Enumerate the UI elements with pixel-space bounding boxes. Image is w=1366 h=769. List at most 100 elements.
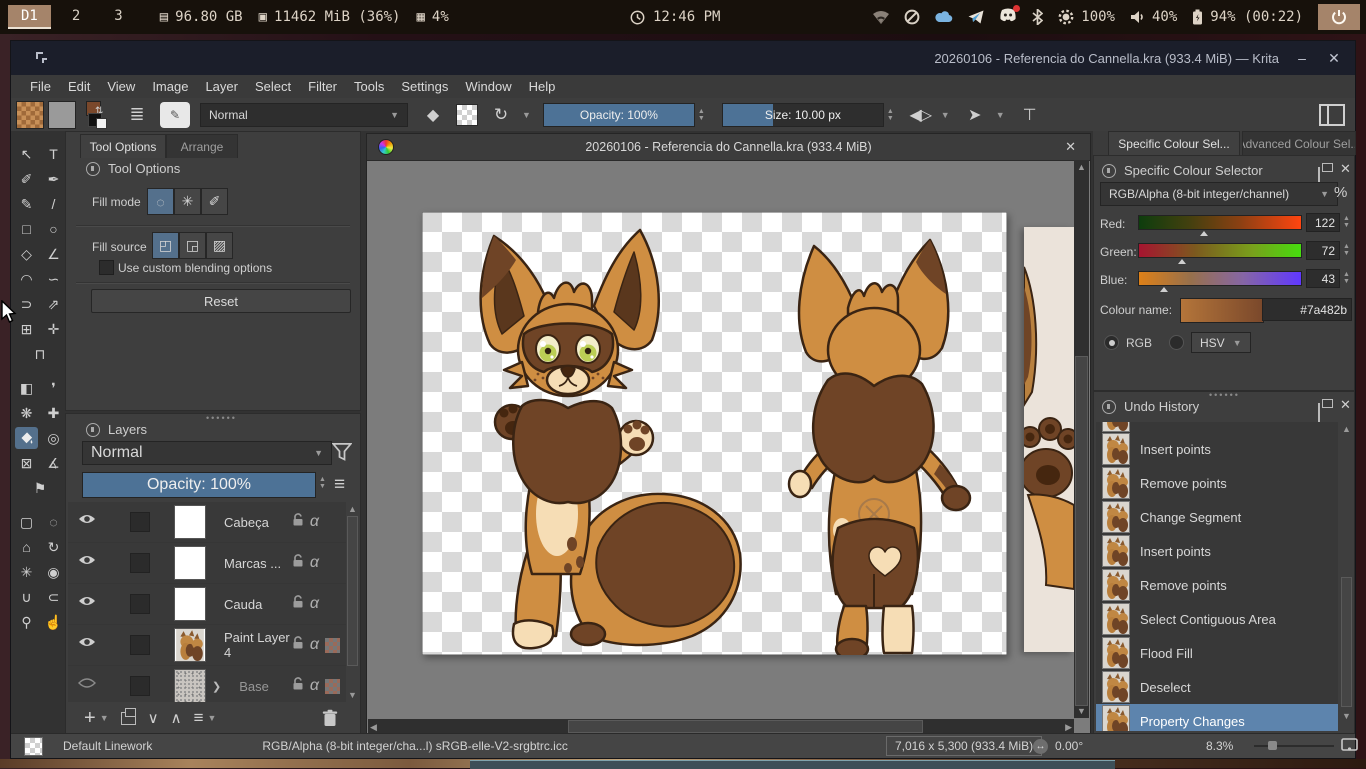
lock-icon[interactable]	[292, 677, 304, 695]
close-docker-icon[interactable]: ✕	[1340, 161, 1351, 177]
canvas-artwork[interactable]	[422, 212, 1007, 655]
percent-toggle[interactable]: %	[1334, 184, 1347, 201]
duplicate-layer-button[interactable]	[121, 712, 136, 725]
lock-icon[interactable]	[292, 636, 304, 654]
workspace-chooser-icon[interactable]	[1319, 104, 1345, 126]
brightness-group[interactable]: 100%	[1058, 9, 1115, 25]
bluetooth-icon[interactable]	[1032, 9, 1043, 25]
scroll-right-icon[interactable]: ▶	[1065, 722, 1072, 733]
lock-icon[interactable]	[292, 595, 304, 613]
undo-scroll-down[interactable]: ▼	[1341, 711, 1352, 721]
layer-color-swatch[interactable]	[130, 553, 150, 573]
inherit-alpha-icon[interactable]	[325, 679, 340, 694]
brush-editor-button[interactable]: ✎	[160, 102, 190, 128]
canvas-close-icon[interactable]: ✕	[1065, 139, 1076, 155]
undo-item[interactable]: Select Contiguous Area	[1096, 602, 1338, 636]
delete-layer-button[interactable]	[322, 709, 338, 727]
move-tool-icon[interactable]: ✛	[42, 318, 65, 340]
size-spin[interactable]: ▲▼	[884, 108, 897, 122]
drag-handle[interactable]: ••••••	[1209, 390, 1240, 400]
menu-settings[interactable]: Settings	[401, 79, 448, 94]
foreground-background-colors[interactable]: ⇅	[86, 101, 114, 129]
layer-thumbnail[interactable]	[174, 669, 206, 702]
zoom-slider-handle[interactable]	[1268, 741, 1277, 750]
smart-patch-tool-icon[interactable]: ✚	[42, 402, 65, 424]
magnetic-selection-tool-icon[interactable]: ⊂	[42, 586, 65, 608]
workspace-3[interactable]: 3	[101, 5, 135, 29]
layer-name[interactable]: Paint Layer 4	[224, 630, 292, 660]
enclose-fill-tool-icon[interactable]: ◎	[42, 427, 65, 449]
scroll-down-icon[interactable]: ▼	[1074, 706, 1089, 716]
canvas-artwork-overflow[interactable]	[1024, 227, 1074, 652]
layer-name[interactable]: Cabeça	[224, 515, 292, 530]
tab-advanced-colour-selector[interactable]: Advanced Colour Sel...	[1242, 131, 1356, 155]
gradient-swatch[interactable]	[16, 101, 44, 129]
power-button[interactable]	[1318, 4, 1360, 30]
layers-scroll-up[interactable]: ▲	[347, 504, 358, 514]
layers-scroll-down[interactable]: ▼	[347, 690, 358, 700]
menu-view[interactable]: View	[107, 79, 135, 94]
pan-tool-icon[interactable]: ☝	[42, 611, 65, 633]
hsv-radio[interactable]	[1169, 335, 1184, 350]
elliptical-selection-tool-icon[interactable]: ◌	[42, 511, 65, 533]
undo-item-partial[interactable]	[1096, 422, 1338, 432]
scroll-left-icon[interactable]: ◀	[370, 722, 377, 733]
inherit-alpha-icon[interactable]	[325, 638, 340, 653]
layer-opacity-spin[interactable]: ▲▼	[316, 476, 329, 490]
layer-row[interactable]: Marcas ...α	[68, 543, 346, 584]
transform-tool-icon[interactable]: ⊞	[15, 318, 38, 340]
undo-item[interactable]: Deselect	[1096, 670, 1338, 704]
menu-layer[interactable]: Layer	[205, 79, 238, 94]
lock-docker-icon[interactable]	[1102, 400, 1116, 414]
pattern-edit-tool-icon[interactable]: ❋	[15, 402, 38, 424]
layer-thumbnail[interactable]	[174, 628, 206, 662]
layers-scrollbar[interactable]	[347, 516, 358, 666]
menu-file[interactable]: File	[30, 79, 51, 94]
custom-blending-checkbox[interactable]	[99, 260, 114, 275]
visibility-icon[interactable]	[78, 554, 98, 572]
assistants-tool-icon[interactable]: ⊠	[15, 452, 38, 474]
reset-button[interactable]: Reset	[91, 289, 351, 313]
layer-thumbnail[interactable]	[174, 587, 206, 621]
freehand-selection-tool-icon[interactable]: ↻	[42, 536, 65, 558]
polygon-tool-icon[interactable]: ◇	[15, 243, 38, 265]
window-titlebar[interactable]: 20260106 - Referencia do Cannella.kra (9…	[11, 41, 1355, 75]
undo-item[interactable]: Remove points	[1096, 568, 1338, 602]
alpha-icon[interactable]: α	[310, 554, 319, 572]
layer-row[interactable]: Caudaα	[68, 584, 346, 625]
undo-item[interactable]: Insert points	[1096, 534, 1338, 568]
fill-tool-icon[interactable]	[15, 427, 38, 449]
edit-shapes-tool-icon[interactable]: ✐	[15, 168, 38, 190]
brush-presets-icon[interactable]: ≣	[124, 104, 150, 125]
red-slider[interactable]	[1138, 215, 1302, 230]
menu-select[interactable]: Select	[255, 79, 291, 94]
fill-mode-continuous-icon[interactable]: ✐	[201, 188, 228, 215]
workspace-d1[interactable]: D1	[8, 5, 51, 29]
chevron-down-icon[interactable]: ▼	[522, 110, 531, 120]
float-docker-icon[interactable]	[1318, 403, 1320, 422]
opacity-spin[interactable]: ▲▼	[695, 108, 708, 122]
chevron-down-icon[interactable]: ▼	[208, 713, 217, 723]
fill-source-pattern-icon[interactable]: ▨	[206, 232, 233, 259]
rectangle-tool-icon[interactable]: □	[15, 218, 38, 240]
move-layer-up-button[interactable]: ∧	[171, 709, 182, 727]
undo-scrollbar[interactable]	[1341, 577, 1352, 707]
image-size[interactable]: 7,016 x 5,300 (933.4 MiB)	[886, 736, 1042, 756]
fill-mode-selection-icon[interactable]: ◌	[147, 188, 174, 215]
volume-group[interactable]: 40%	[1130, 9, 1177, 25]
fill-source-foreground-icon[interactable]: ◰	[152, 232, 179, 259]
layer-name[interactable]: Base	[239, 679, 292, 694]
layer-row[interactable]: Cabeçaα	[68, 502, 346, 543]
bezier-curve-tool-icon[interactable]: ◠	[15, 268, 38, 290]
opacity-slider[interactable]: Opacity: 100%	[543, 103, 695, 127]
fullscreen-icon[interactable]	[1341, 738, 1358, 753]
green-slider[interactable]	[1138, 243, 1302, 258]
mirror-horizontal-icon[interactable]: ◀▷	[907, 105, 933, 125]
cloud-icon[interactable]	[935, 11, 953, 23]
wrap-around-icon[interactable]: ➤	[962, 105, 988, 125]
vertical-scroll-thumb[interactable]	[1075, 356, 1088, 706]
lock-icon[interactable]	[292, 554, 304, 572]
layer-name[interactable]: Cauda	[224, 597, 292, 612]
menu-edit[interactable]: Edit	[68, 79, 90, 94]
polyline-tool-icon[interactable]: ∠	[42, 243, 65, 265]
